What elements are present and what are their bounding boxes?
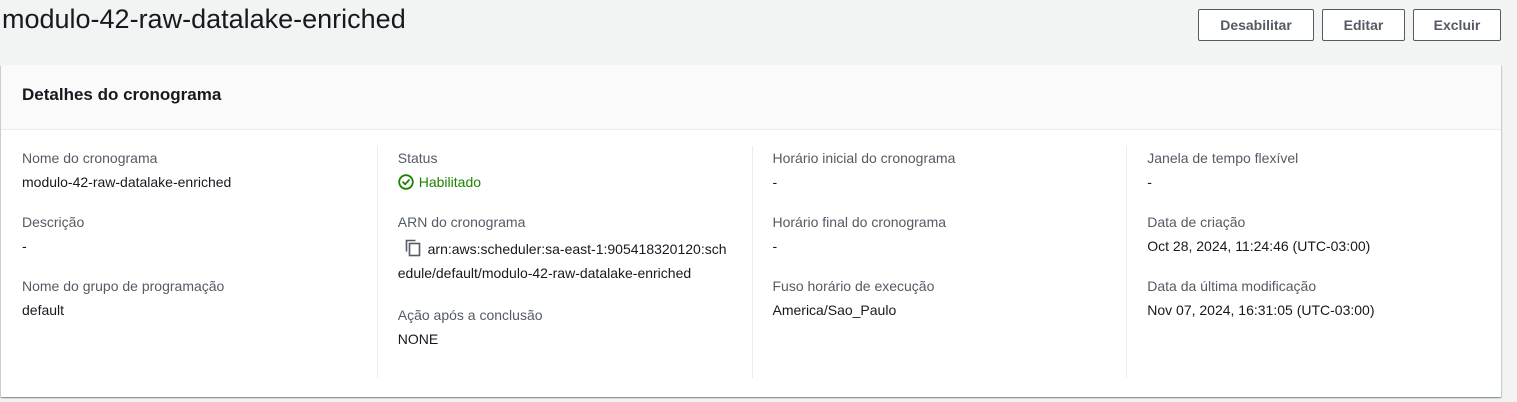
schedule-details-panel: Detalhes do cronograma Nome do cronogram… (1, 65, 1501, 397)
field-description: Descrição - (22, 212, 357, 256)
field-label: Data da última modificação (1147, 278, 1317, 294)
field-status: Status Habilitado (398, 148, 732, 192)
edit-button[interactable]: Editar (1322, 9, 1405, 41)
field-label: Nome do grupo de programação (22, 278, 225, 294)
header-actions: Desabilitar Editar Excluir (1198, 9, 1501, 41)
page-title: modulo-42-raw-datalake-enriched (2, 4, 406, 34)
field-action-after-completion: Ação após a conclusão NONE (398, 305, 732, 349)
field-label: Ação após a conclusão (397, 307, 543, 323)
field-label: Fuso horário de execução (772, 278, 935, 294)
field-schedule-name: Nome do cronograma modulo-42-raw-datalak… (22, 148, 357, 192)
field-last-modified: Data da última modificação Nov 07, 2024,… (1147, 276, 1481, 320)
delete-button[interactable]: Excluir (1413, 9, 1501, 41)
field-label: Janela de tempo flexível (1147, 150, 1299, 166)
field-creation-date: Data de criação Oct 28, 2024, 11:24:46 (… (1147, 212, 1481, 256)
details-column-2: Status Habilitado ARN do cronograma arn:… (376, 146, 752, 378)
field-flexible-window: Janela de tempo flexível - (1147, 148, 1481, 192)
copy-icon[interactable] (404, 238, 422, 258)
details-column-4: Janela de tempo flexível - Data de criaç… (1126, 146, 1501, 378)
field-label: ARN do cronograma (397, 214, 526, 230)
field-value: America/Sao_Paulo (772, 302, 897, 318)
field-value: NONE (397, 331, 439, 347)
field-schedule-group: Nome do grupo de programação default (22, 276, 357, 320)
field-timezone: Fuso horário de execução America/Sao_Pau… (773, 276, 1107, 320)
field-label: Data de criação (1147, 214, 1246, 230)
status-indicator: Habilitado (398, 172, 732, 192)
field-value: modulo-42-raw-datalake-enriched (22, 174, 232, 190)
field-value: Nov 07, 2024, 16:31:05 (UTC-03:00) (1147, 302, 1375, 318)
field-value: Oct 28, 2024, 11:24:46 (UTC-03:00) (1147, 238, 1371, 254)
panel-header: Detalhes do cronograma (1, 65, 1501, 130)
arn-text: arn:aws:scheduler:sa-east-1:905418320120… (397, 241, 727, 281)
field-label: Nome do cronograma (22, 150, 158, 166)
field-end-time: Horário final do cronograma - (773, 212, 1107, 256)
details-column-3: Horário inicial do cronograma - Horário … (751, 146, 1127, 378)
field-value: - (1147, 174, 1152, 190)
disable-button[interactable]: Desabilitar (1198, 9, 1314, 41)
status-text: Habilitado (418, 174, 482, 190)
details-grid: Nome do cronograma modulo-42-raw-datalak… (1, 130, 1501, 378)
field-label: Status (397, 150, 438, 166)
panel-title: Detalhes do cronograma (22, 85, 222, 104)
field-start-time: Horário inicial do cronograma - (773, 148, 1107, 192)
field-label: Horário final do cronograma (772, 214, 947, 230)
details-column-1: Nome do cronograma modulo-42-raw-datalak… (22, 146, 377, 378)
field-value: default (22, 302, 65, 318)
field-value: - (772, 174, 778, 190)
arn-value: arn:aws:scheduler:sa-east-1:905418320120… (398, 236, 732, 285)
check-circle-icon (398, 174, 414, 190)
field-value: - (772, 238, 778, 254)
field-value: - (22, 238, 27, 254)
field-label: Descrição (22, 214, 85, 230)
field-label: Horário inicial do cronograma (772, 150, 956, 166)
field-arn: ARN do cronograma arn:aws:scheduler:sa-e… (398, 212, 732, 285)
